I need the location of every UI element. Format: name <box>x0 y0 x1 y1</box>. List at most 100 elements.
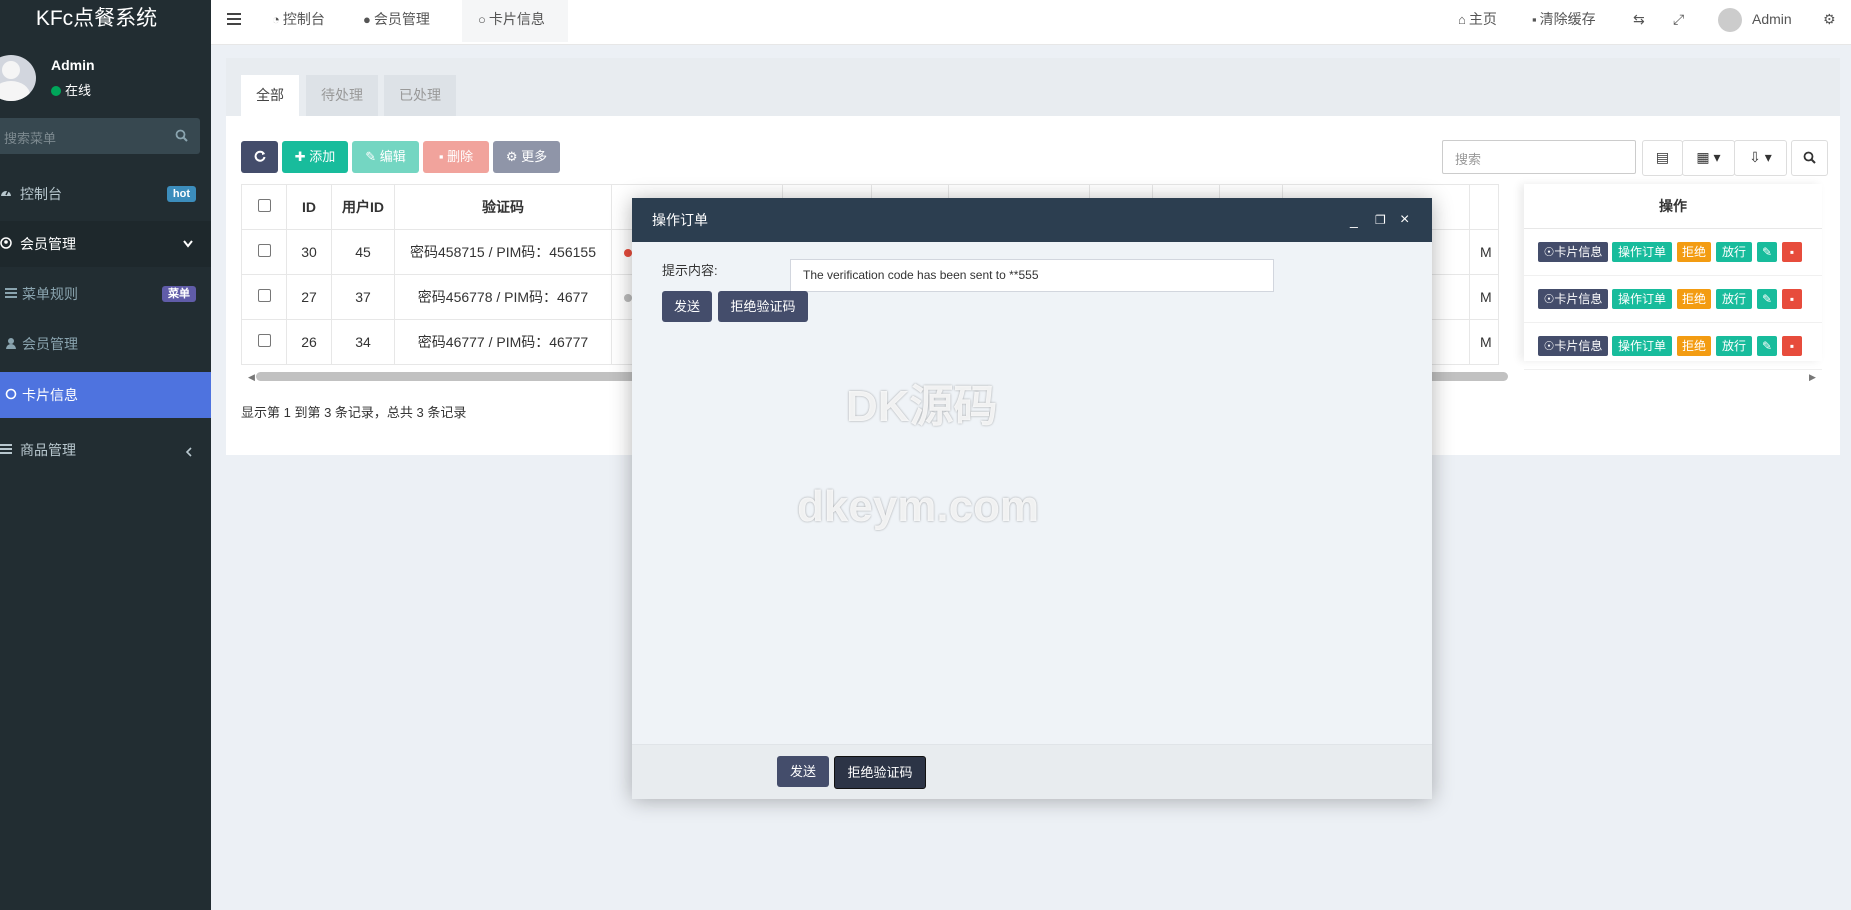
scroll-right-icon[interactable]: ▶ <box>1809 372 1816 383</box>
delete-row-button[interactable]: ▪ <box>1782 242 1802 262</box>
sidebar-item-members[interactable]: 会员管理 <box>0 221 211 267</box>
operate-order-button[interactable]: 操作订单 <box>1612 242 1672 262</box>
settings-icon[interactable]: ⚙ <box>1823 0 1836 38</box>
medal-icon: ☉ <box>1543 245 1555 259</box>
reject-button[interactable]: 拒绝 <box>1677 336 1711 356</box>
scroll-left-icon[interactable]: ◀ <box>248 372 255 383</box>
tab-pending[interactable]: 待处理 <box>306 75 378 116</box>
dialog-title: 操作订单 <box>652 212 708 228</box>
avatar <box>0 55 36 101</box>
pencil-icon: ✎ <box>1761 292 1773 306</box>
clear-cache-button[interactable]: ▪ 清除缓存 <box>1532 0 1596 38</box>
ops-header: 操作 <box>1524 184 1822 229</box>
footer-send-button[interactable]: 发送 <box>777 756 829 787</box>
sidebar-item-label: 控制台 <box>20 186 62 202</box>
edit-row-button[interactable]: ✎ <box>1757 242 1777 262</box>
btn-label: 卡片信息 <box>1554 292 1603 306</box>
tab-card-info[interactable]: ○ 卡片信息 <box>462 0 568 42</box>
column-header[interactable]: 验证码 <box>394 184 612 230</box>
edit-button[interactable]: ✎ 编辑 <box>352 141 419 173</box>
row-checkbox[interactable] <box>257 334 271 347</box>
cell-m: M <box>1469 319 1499 365</box>
reject-button[interactable]: 拒绝 <box>1677 289 1711 309</box>
edit-label: 编辑 <box>379 149 406 164</box>
column-header[interactable] <box>1469 184 1499 230</box>
refresh-icon <box>254 150 265 162</box>
edit-row-button[interactable]: ✎ <box>1757 336 1777 356</box>
close-icon[interactable]: × <box>1400 198 1409 242</box>
maximize-icon[interactable]: ❐ <box>1375 198 1386 242</box>
edit-row-button[interactable]: ✎ <box>1757 289 1777 309</box>
cell-code: 密码458715 / PIM码：456155 <box>394 229 612 275</box>
hamburger-menu-icon[interactable] <box>227 13 241 28</box>
column-header[interactable]: 用户ID <box>331 184 395 230</box>
sidebar-item-products[interactable]: 商品管理 <box>0 427 211 473</box>
tab-all[interactable]: 全部 <box>241 75 299 116</box>
row-checkbox[interactable] <box>257 244 271 257</box>
advanced-search-button[interactable] <box>1791 140 1828 176</box>
select-all-cell[interactable] <box>241 184 287 230</box>
delete-button[interactable]: ▪ 删除 <box>423 141 489 173</box>
refresh-button[interactable] <box>241 141 278 173</box>
release-button[interactable]: 放行 <box>1716 242 1752 262</box>
send-button[interactable]: 发送 <box>662 291 712 322</box>
operate-order-button[interactable]: 操作订单 <box>1612 336 1672 356</box>
operate-order-dialog: 操作订单 _ ❐ × 提示内容: The verification code h… <box>632 198 1432 799</box>
sidebar-item-card-info[interactable]: 卡片信息 <box>0 372 211 418</box>
sidebar-item-dashboard[interactable]: 控制台 hot <box>0 171 211 217</box>
translate-icon[interactable]: ⇆ <box>1633 0 1645 38</box>
column-header[interactable]: ID <box>286 184 332 230</box>
sidebar-item-member-manage[interactable]: 会员管理 <box>0 321 211 367</box>
status-text: 在线 <box>65 83 92 98</box>
app-logo[interactable]: KFc点餐系统 <box>0 0 211 38</box>
home-link[interactable]: ⌂ 主页 <box>1458 0 1497 38</box>
sidebar-search-input[interactable]: 搜索菜单 <box>0 118 200 154</box>
card-info-button[interactable]: ☉卡片信息 <box>1538 242 1608 262</box>
footer-reject-code-button[interactable]: 拒绝验证码 <box>834 756 926 789</box>
card-info-button[interactable]: ☉卡片信息 <box>1538 289 1608 309</box>
reject-button[interactable]: 拒绝 <box>1677 242 1711 262</box>
pencil-icon: ✎ <box>1761 339 1773 353</box>
user-icon <box>6 338 16 349</box>
trash-icon: ▪ <box>1789 339 1795 353</box>
tab-processed[interactable]: 已处理 <box>384 75 456 116</box>
tab-dashboard[interactable]: ◔ 控制台 <box>258 0 352 42</box>
sidebar-item-label: 会员管理 <box>22 336 78 352</box>
add-label: 添加 <box>309 149 336 164</box>
fullscreen-icon[interactable]: ⤢ <box>1673 0 1684 38</box>
select-all-checkbox[interactable] <box>257 199 271 212</box>
search-icon <box>1803 151 1816 164</box>
minimize-icon[interactable]: _ <box>1350 198 1358 242</box>
user-name: Admin <box>51 57 95 73</box>
btn-label: 卡片信息 <box>1554 245 1603 259</box>
search-icon[interactable] <box>175 129 188 142</box>
more-button[interactable]: ⚙ 更多 <box>493 141 560 173</box>
columns-dropdown[interactable]: ▦ ▾ <box>1682 140 1735 176</box>
clear-cache-label: 清除缓存 <box>1539 11 1596 27</box>
release-button[interactable]: 放行 <box>1716 289 1752 309</box>
table-search-input[interactable]: 搜索 <box>1442 140 1636 174</box>
toggle-view-button[interactable]: ▤ <box>1642 140 1683 176</box>
cell-code: 密码456778 / PIM码：4677 <box>394 274 612 320</box>
home-icon: ⌂ <box>1458 12 1466 27</box>
export-dropdown[interactable]: ⇩ ▾ <box>1734 140 1787 176</box>
release-button[interactable]: 放行 <box>1716 336 1752 356</box>
row-checkbox[interactable] <box>257 289 271 302</box>
sidebar-item-label: 商品管理 <box>20 442 76 458</box>
tab-members[interactable]: ● 会员管理 <box>353 0 458 42</box>
cell-uid: 45 <box>331 229 395 275</box>
prompt-content-input[interactable]: The verification code has been sent to *… <box>790 259 1274 292</box>
reject-code-button[interactable]: 拒绝验证码 <box>718 291 808 322</box>
sidebar-item-label: 卡片信息 <box>22 387 78 403</box>
delete-row-button[interactable]: ▪ <box>1782 336 1802 356</box>
add-button[interactable]: ✚ 添加 <box>282 141 348 173</box>
card-info-button[interactable]: ☉卡片信息 <box>1538 336 1608 356</box>
admin-menu[interactable]: Admin <box>1752 0 1792 38</box>
dashboard-icon <box>1 190 11 196</box>
sidebar-item-label: 菜单规则 <box>22 286 78 302</box>
operate-order-button[interactable]: 操作订单 <box>1612 289 1672 309</box>
medal-icon: ☉ <box>1543 292 1555 306</box>
avatar[interactable] <box>1718 8 1742 32</box>
sidebar-item-menu-rules[interactable]: 菜单规则 菜单 <box>0 271 211 317</box>
delete-row-button[interactable]: ▪ <box>1782 289 1802 309</box>
